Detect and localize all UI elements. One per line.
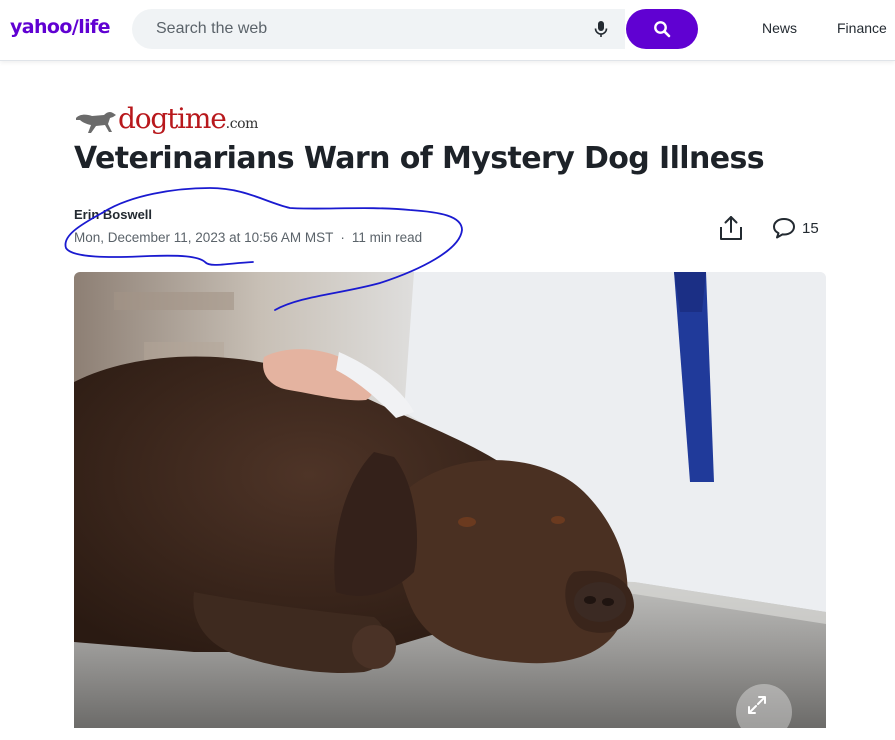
logo-life: life [78,16,110,38]
expand-icon [748,696,766,714]
meta-separator: · [340,230,345,245]
comment-icon [773,218,795,239]
microphone-icon[interactable] [592,20,610,38]
article-title: Veterinarians Warn of Mystery Dog Illnes… [74,141,765,176]
dog-on-exam-table-photo [74,272,826,728]
search-bar [132,9,698,49]
comments-button[interactable]: 15 [772,215,819,241]
author-name[interactable]: Erin Boswell [74,207,152,222]
nav-finance[interactable]: Finance [837,20,887,36]
search-icon [654,21,671,38]
dogtime-wordmark: dogtime.com [118,102,258,135]
article-meta: Mon, December 11, 2023 at 10:56 AM MST · 1… [74,230,422,245]
nav-news[interactable]: News [762,20,797,36]
dogtime-brand-text: dogtime [118,102,227,135]
search-input[interactable] [132,9,625,49]
dogtime-suffix: .com [225,116,259,132]
read-time: 11 min read [351,230,423,245]
running-dog-icon [76,111,116,133]
top-header: yahoo/life News Finance [0,0,895,61]
expand-image-button[interactable] [736,684,792,740]
publish-date: Mon, December 11, 2023 at 10:56 AM MST [74,230,334,245]
logo-yahoo: yahoo [10,16,72,38]
hero-image[interactable] [74,272,826,728]
yahoo-life-logo[interactable]: yahoo/life [10,16,111,38]
search-button[interactable] [626,9,698,49]
comments-count: 15 [802,219,819,237]
share-icon[interactable] [718,214,744,242]
